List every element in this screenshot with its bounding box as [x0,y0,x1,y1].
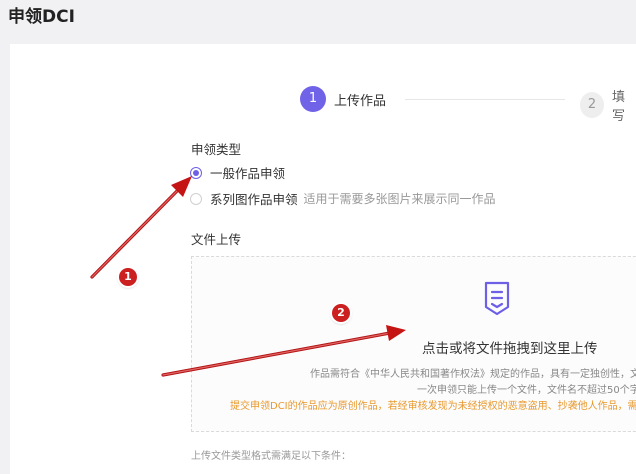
annotation-badge-2: 2 [332,304,350,322]
annotation-badge-1: 1 [119,268,137,286]
arrow-1-icon [90,176,192,279]
annotation-arrows [90,176,406,377]
arrow-2-icon [161,325,406,377]
